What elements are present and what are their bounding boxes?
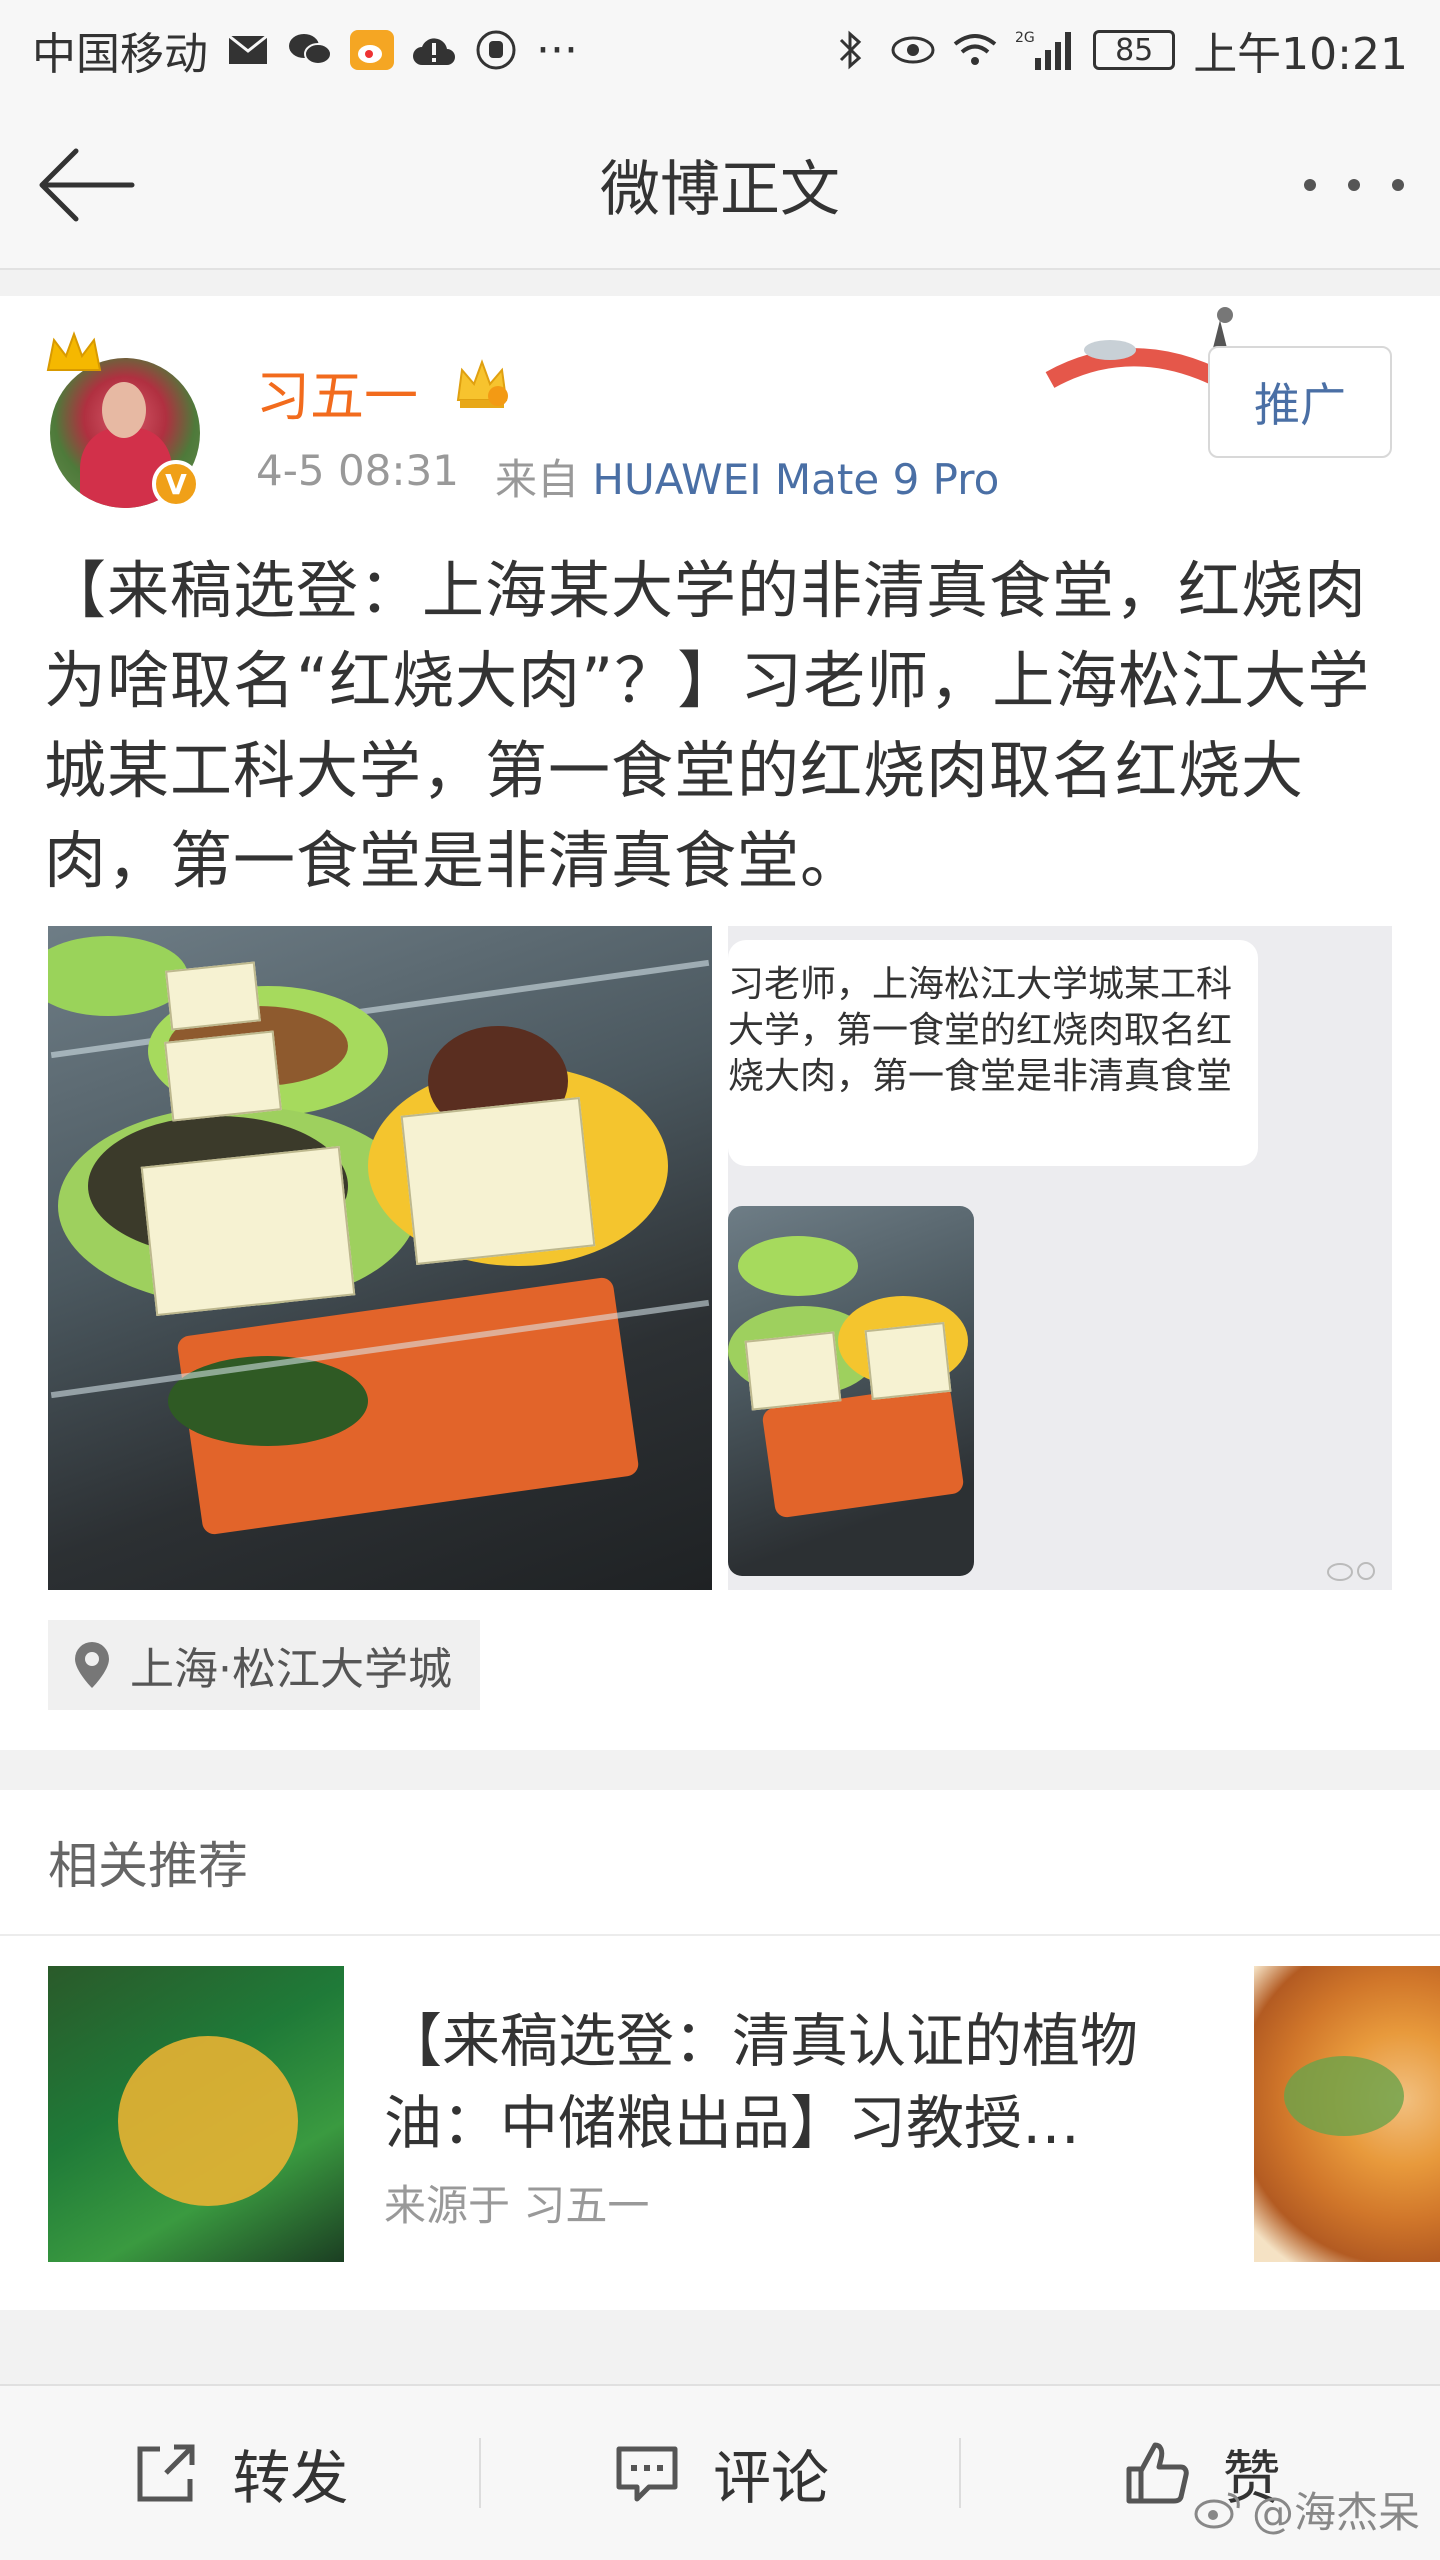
avatar-container[interactable]: V [44, 330, 214, 508]
post-image-grid: 习老师，上海松江大学城某工科大学，第一食堂的红烧肉取名红烧大肉，第一食堂是非清真… [48, 926, 1392, 1590]
network-type: 2G [1015, 30, 1035, 46]
related-item-source: 来源于 习五一 [384, 2181, 650, 2230]
repost-label: 转发 [232, 2444, 349, 2512]
wifi-icon [953, 28, 997, 72]
more-options-button[interactable] [1304, 160, 1404, 210]
related-header: 相关推荐 [0, 1790, 1440, 1936]
weibo-watermark-icon [1194, 2492, 1240, 2528]
status-bar: 中国移动 ··· 2G 85 上午10:21 [0, 0, 1440, 100]
price-tag [164, 1030, 282, 1122]
status-left: 中国移动 ··· [32, 18, 578, 82]
post-card: V 习五一 4-5 08:31 来自 HUAWEI Mate 9 Pro 推广 … [0, 296, 1440, 1750]
food-garnish [1284, 2056, 1404, 2136]
related-item-thumbnail-2[interactable] [1254, 1966, 1440, 2262]
chat-bubble: 习老师，上海松江大学城某工科大学，第一食堂的红烧肉取名红烧大肉，第一食堂是非清真… [728, 940, 1258, 1166]
bottom-action-bar: 转发 评论 赞 @海杰呆 [0, 2384, 1440, 2560]
repost-icon [137, 2444, 195, 2502]
signal-icon: 2G [1015, 28, 1075, 72]
verified-badge-icon: V [152, 460, 200, 508]
post-image-2[interactable]: 习老师，上海松江大学城某工科大学，第一食堂的红烧肉取名红烧大肉，第一食堂是非清真… [728, 926, 1392, 1590]
related-section: 相关推荐 【来稿选登：清真认证的植物油：中储粮出品】习教授… 来源于 习五一 [0, 1790, 1440, 2310]
eye-comfort-icon [891, 28, 935, 72]
thumbs-up-icon [1126, 2442, 1189, 2504]
hand-stop-icon [474, 28, 518, 72]
post-image-1[interactable] [48, 926, 712, 1590]
username[interactable]: 习五一 [256, 352, 418, 431]
price-tag [864, 1322, 952, 1400]
related-item-thumbnail[interactable] [48, 1966, 344, 2262]
image-watermark-icon [1327, 1562, 1375, 1581]
cloud-alert-icon [412, 28, 456, 72]
more-dot-icon [1304, 179, 1316, 191]
back-arrow-icon [39, 148, 135, 222]
price-tag [140, 1145, 356, 1317]
comment-icon [616, 2446, 678, 2502]
more-dot-icon [1392, 179, 1404, 191]
more-notifications-icon: ··· [536, 24, 578, 76]
wechat-icon [288, 28, 332, 72]
weibo-icon [350, 28, 394, 72]
location-label: 上海·松江大学城 [130, 1644, 452, 1695]
back-button[interactable] [36, 145, 136, 225]
watermark-text: @海杰呆 [1251, 2488, 1420, 2537]
food [168, 1356, 368, 1446]
post-source: 来自 HUAWEI Mate 9 Pro [495, 446, 999, 507]
promote-button[interactable]: 推广 [1208, 346, 1392, 458]
comment-button[interactable]: 评论 [481, 2386, 960, 2560]
more-dot-icon [1348, 179, 1360, 191]
status-time: 上午10:21 [1193, 29, 1408, 80]
related-item-title[interactable]: 【来稿选登：清真认证的植物油：中储粮出品】习教授… [384, 2000, 1214, 2164]
location-chip[interactable]: 上海·松江大学城 [48, 1620, 480, 1710]
bluetooth-icon [829, 28, 873, 72]
chat-image-thumbnail [728, 1206, 974, 1576]
post-meta: 4-5 08:31 来自 HUAWEI Mate 9 Pro [256, 446, 999, 507]
oil-label [118, 2036, 298, 2206]
price-tag [400, 1097, 596, 1265]
source-device-link[interactable]: HUAWEI Mate 9 Pro [592, 455, 999, 504]
weibo-watermark: @海杰呆 [1194, 2479, 1420, 2540]
chat-bubble-text: 习老师，上海松江大学城某工科大学，第一食堂的红烧肉取名红烧大肉，第一食堂是非清真… [728, 964, 1233, 1097]
plate [738, 1236, 858, 1296]
repost-button[interactable]: 转发 [0, 2386, 479, 2560]
location-pin-icon [75, 1642, 109, 1688]
source-prefix: 来自 [495, 455, 580, 504]
status-right: 2G 85 上午10:21 [829, 18, 1408, 82]
crown-icon [46, 331, 102, 371]
title-bar: 微博正文 [0, 100, 1440, 270]
price-tag [744, 1331, 842, 1411]
page-title: 微博正文 [600, 154, 840, 225]
vip-member-icon[interactable] [452, 356, 512, 412]
battery-indicator: 85 [1093, 30, 1176, 70]
mail-icon [226, 28, 270, 72]
related-item[interactable]: 【来稿选登：清真认证的植物油：中储粮出品】习教授… 来源于 习五一 [0, 1936, 1440, 2310]
comment-label: 评论 [713, 2444, 830, 2512]
post-text: 【来稿选登：上海某大学的非清真食堂，红烧肉为啥取名“红烧大肉”？】习老师，上海松… [44, 554, 1371, 897]
avatar-face [102, 382, 146, 438]
price-tag [165, 961, 261, 1031]
carrier-label: 中国移动 [32, 29, 208, 80]
post-time: 4-5 08:31 [256, 446, 459, 495]
